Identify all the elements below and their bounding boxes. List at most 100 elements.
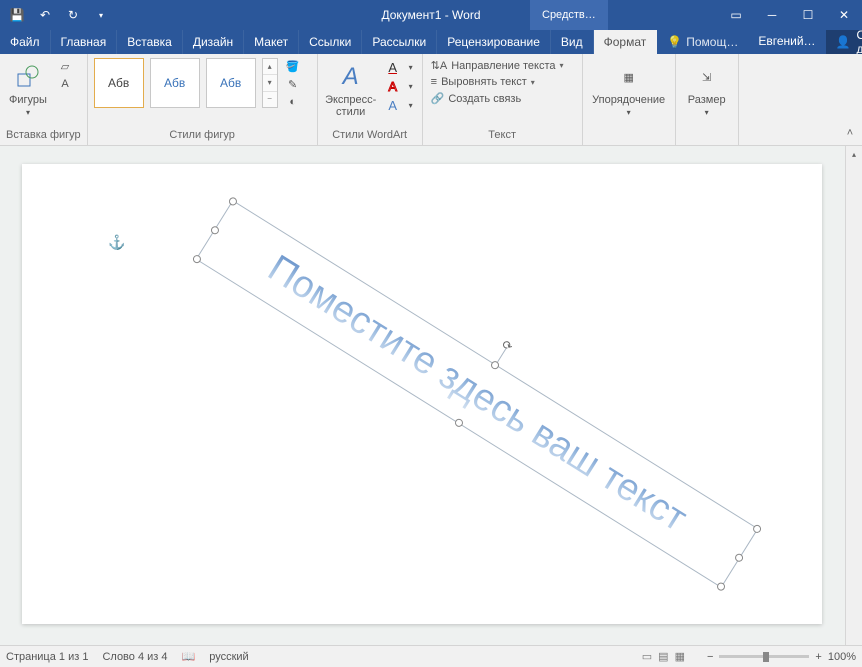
document-title: Документ1 - Word [381,8,480,22]
zoom-slider[interactable] [719,655,809,658]
read-mode-button[interactable]: ▭ [642,650,652,663]
zoom-level[interactable]: 100% [828,651,856,663]
minimize-button[interactable]: ─ [754,0,790,30]
rotate-icon: ⟳ [499,337,515,354]
text-box-button[interactable]: A [54,76,76,92]
zoom-out-button[interactable]: − [707,651,713,663]
shape-outline-button[interactable]: ✎ [282,76,304,92]
language-button[interactable]: русский [209,651,248,663]
close-button[interactable]: ✕ [826,0,862,30]
create-link-button[interactable]: 🔗Создать связь [429,91,524,106]
tab-format[interactable]: Формат [594,30,658,54]
contextual-tab-label: Средств… [530,0,608,30]
redo-icon: ↻ [68,8,78,22]
arrange-button[interactable]: ▦ Упорядочение▾ [589,58,669,123]
tab-layout[interactable]: Макет [244,30,299,54]
qat-dropdown[interactable]: ▾ [88,1,114,29]
shape-style-3[interactable]: Абв [206,58,256,108]
text-outline-dd[interactable]: ▾ [406,77,416,95]
edit-shape-icon: ▱ [61,60,69,73]
tab-home[interactable]: Главная [51,30,118,54]
shape-style-2[interactable]: Абв [150,58,200,108]
quick-access-toolbar: 💾 ↶ ↻ ▾ [0,1,114,29]
tab-design[interactable]: Дизайн [183,30,244,54]
wordart-text[interactable]: Поместите здесь ваш текст [260,247,694,540]
word-count[interactable]: Слово 4 из 4 [102,651,167,663]
resize-handle-br[interactable] [716,581,727,592]
size-button[interactable]: ⇲ Размер▾ [682,58,732,123]
proofing-button[interactable]: 📖 [182,650,196,663]
group-arrange: ▦ Упорядочение▾ [583,54,676,145]
zoom-control: − + 100% [707,651,856,663]
maximize-button[interactable]: ☐ [790,0,826,30]
save-button[interactable]: 💾 [4,1,30,29]
shape-style-1[interactable]: Абв [94,58,144,108]
text-fill-dd[interactable]: ▾ [406,58,416,76]
group-wordart-styles: A Экспресс- стили A▾ A▾ A▾ Стили WordArt [318,54,423,145]
group-shape-styles: Абв Абв Абв ▴▾⎯ 🪣 ✎ ◐ Стили фигур [88,54,318,145]
page[interactable]: ⚓ ⟳ Поместите здесь ваш текст [22,164,822,624]
tab-view[interactable]: Вид [551,30,594,54]
title-bar: 💾 ↶ ↻ ▾ Документ1 - Word Средств… ▭ ─ ☐ … [0,0,862,30]
text-direction-icon: ⇅A [431,59,448,72]
chevron-down-icon: ▾ [705,108,709,117]
shapes-button[interactable]: Фигуры▾ [6,58,50,123]
close-icon: ✕ [839,8,849,22]
outline-icon: ✎ [288,78,297,91]
user-account[interactable]: Евгений… [748,30,825,54]
print-layout-button[interactable]: ▤ [658,650,668,663]
resize-handle-tr[interactable] [752,523,763,534]
status-bar: Страница 1 из 1 Слово 4 из 4 📖 русский ▭… [0,645,862,667]
tab-references[interactable]: Ссылки [299,30,362,54]
text-outline-button[interactable]: A [382,77,404,95]
resize-handle-tl[interactable] [227,196,238,207]
resize-handle-mr[interactable] [734,552,745,563]
fill-icon: 🪣 [286,60,300,73]
save-icon: 💾 [10,8,25,22]
edit-shape-button[interactable]: ▱ [54,58,76,74]
tab-mailings[interactable]: Рассылки [362,30,437,54]
share-button[interactable]: 👤Общий доступ [826,30,862,54]
maximize-icon: ☐ [803,8,814,22]
minimize-icon: ─ [768,8,777,22]
web-layout-button[interactable]: ▦ [675,650,685,663]
chevron-down-icon: ▾ [627,108,631,117]
resize-handle-bl[interactable] [191,254,202,265]
align-text-button[interactable]: ≡Выровнять текст▾ [429,75,537,89]
shape-fill-button[interactable]: 🪣 [282,58,304,74]
tell-me-search[interactable]: 💡Помощ… [657,30,748,54]
document-area: ⚓ ⟳ Поместите здесь ваш текст ▴ [0,146,862,645]
shape-styles-more[interactable]: ▴▾⎯ [262,58,278,108]
tab-insert[interactable]: Вставка [117,30,183,54]
text-fill-icon: A [388,60,397,75]
ribbon-options-button[interactable]: ▭ [718,0,754,30]
wordart-styles-button[interactable]: A Экспресс- стили [324,58,378,122]
vertical-scrollbar[interactable]: ▴ [845,146,862,645]
anchor-icon: ⚓ [108,234,125,251]
text-effects-dd[interactable]: ▾ [406,96,416,114]
tab-file[interactable]: Файл [0,30,51,54]
text-fill-button[interactable]: A [382,58,404,76]
arrange-icon: ▦ [623,71,633,84]
wordart-a-icon: A [343,63,359,91]
redo-button[interactable]: ↻ [60,1,86,29]
text-outline-icon: A [388,79,397,94]
undo-icon: ↶ [40,8,50,22]
collapse-ribbon-button[interactable]: ˄ [842,125,858,141]
resize-handle-ml[interactable] [209,225,220,236]
zoom-in-button[interactable]: + [815,651,821,663]
text-direction-button[interactable]: ⇅AНаправление текста▾ [429,58,566,73]
text-effects-button[interactable]: A [382,96,404,114]
undo-button[interactable]: ↶ [32,1,58,29]
tab-review[interactable]: Рецензирование [437,30,551,54]
group-size: ⇲ Размер▾ [676,54,739,145]
scroll-up-button[interactable]: ▴ [846,146,862,163]
shape-effects-button[interactable]: ◐ [282,94,304,110]
wordart-object[interactable]: ⟳ Поместите здесь ваш текст [207,204,747,584]
resize-handle-tm[interactable] [490,360,501,371]
rotate-handle[interactable]: ⟳ [498,336,517,355]
resize-handle-bm[interactable] [453,417,464,428]
lightbulb-icon: 💡 [667,35,682,49]
page-count[interactable]: Страница 1 из 1 [6,651,88,663]
group-text: ⇅AНаправление текста▾ ≡Выровнять текст▾ … [423,54,583,145]
